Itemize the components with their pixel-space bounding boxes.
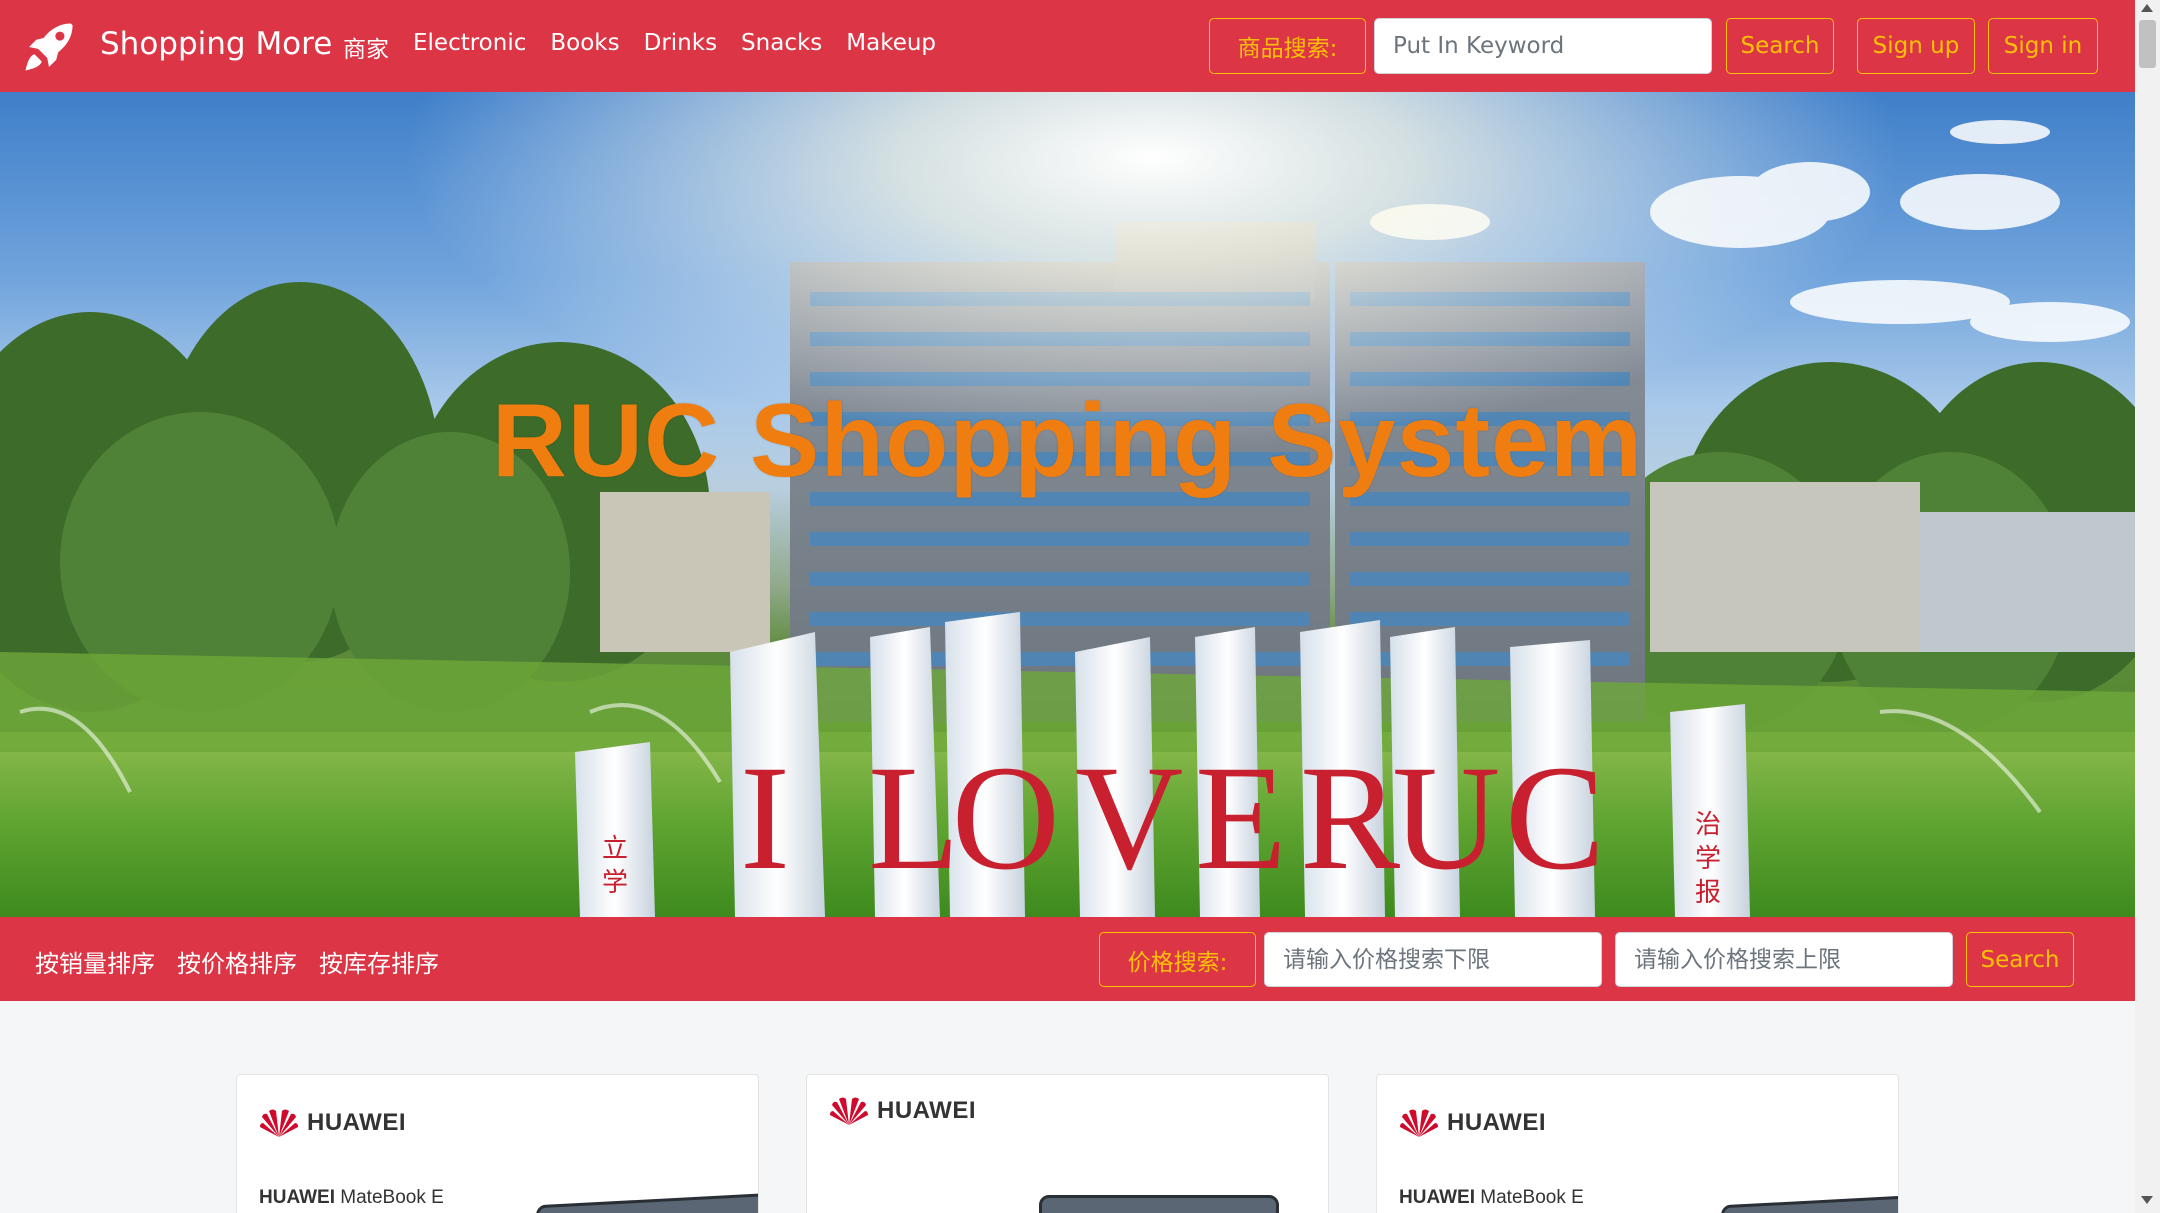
product-image[interactable]	[535, 1192, 758, 1213]
pillar-text-left: 立学	[602, 834, 629, 898]
sign-letter-i: I	[740, 735, 790, 901]
campus-photo	[0, 92, 2135, 917]
sort-options: 按销量排序 按价格排序 按库存排序	[35, 944, 439, 979]
sign-in-button[interactable]: Sign in	[1988, 18, 2098, 74]
model-name: MateBook E	[335, 1187, 444, 1208]
sort-filter-bar: 按销量排序 按价格排序 按库存排序 价格搜索: Search	[0, 917, 2135, 1001]
nav-link-snacks[interactable]: Snacks	[741, 30, 822, 64]
rocket-icon[interactable]	[20, 18, 78, 76]
page-scrollbar[interactable]	[2135, 0, 2160, 1213]
product-image[interactable]	[1039, 1195, 1279, 1213]
hero-banner: I LO V E RU C 立学 治学报 RUC Shopping System	[0, 92, 2135, 917]
product-model: HUAWEI MateBook E	[259, 1187, 444, 1209]
top-navbar: Shopping More 商家 Electronic Books Drinks…	[0, 0, 2135, 92]
brand-name[interactable]: Shopping More	[100, 26, 332, 62]
product-card[interactable]: HUAWEI HUAWEI MateBook E	[236, 1074, 759, 1213]
hero-title: RUC Shopping System	[491, 383, 1644, 499]
keyword-search-input[interactable]	[1374, 18, 1712, 74]
product-search-label: 商品搜索:	[1209, 18, 1366, 74]
brand-wordmark: HUAWEI	[1447, 1109, 1546, 1136]
product-image[interactable]	[1720, 1192, 1898, 1213]
sign-letter-e: E	[1195, 735, 1287, 901]
pillar-text-right: 治学报	[1695, 810, 1722, 908]
product-card[interactable]: HUAWEI HUAWEI MateBook E	[1376, 1074, 1899, 1213]
sign-letter-ru: RU	[1300, 735, 1500, 901]
sign-letter-lo: LO	[868, 735, 1060, 901]
price-search-button[interactable]: Search	[1966, 932, 2074, 987]
model-brand: HUAWEI	[1399, 1187, 1475, 1208]
sort-by-price-link[interactable]: 按价格排序	[177, 944, 297, 979]
price-min-input[interactable]	[1264, 932, 1602, 987]
price-search-label: 价格搜索:	[1099, 932, 1256, 987]
huawei-flower-icon	[260, 1109, 298, 1137]
huawei-flower-icon	[830, 1097, 868, 1125]
nav-link-electronic[interactable]: Electronic	[413, 30, 526, 64]
brand-wordmark: HUAWEI	[877, 1097, 976, 1124]
scroll-down-arrow-icon[interactable]	[2141, 1196, 2153, 1204]
category-nav: 商家 Electronic Books Drinks Snacks Makeup	[343, 30, 936, 64]
sign-letter-v: V	[1075, 735, 1184, 901]
sign-letter-c: C	[1505, 735, 1606, 901]
model-name: MateBook E	[1475, 1187, 1584, 1208]
huawei-flower-icon	[1400, 1109, 1438, 1137]
sign-up-button[interactable]: Sign up	[1857, 18, 1975, 74]
nav-link-drinks[interactable]: Drinks	[644, 30, 717, 64]
price-max-input[interactable]	[1615, 932, 1953, 987]
huawei-logo: HUAWEI	[1399, 1107, 1546, 1139]
huawei-logo: HUAWEI	[829, 1095, 976, 1127]
model-brand: HUAWEI	[259, 1187, 335, 1208]
keyword-search-button[interactable]: Search	[1726, 18, 1834, 74]
nav-link-merchants[interactable]: 商家	[343, 30, 389, 64]
huawei-logo: HUAWEI	[259, 1107, 406, 1139]
nav-link-books[interactable]: Books	[550, 30, 619, 64]
scroll-up-arrow-icon[interactable]	[2141, 4, 2153, 12]
scroll-thumb[interactable]	[2139, 20, 2156, 68]
product-model: HUAWEI MateBook E	[1399, 1187, 1584, 1209]
sort-by-stock-link[interactable]: 按库存排序	[319, 944, 439, 979]
nav-link-makeup[interactable]: Makeup	[846, 30, 936, 64]
brand-wordmark: HUAWEI	[307, 1109, 406, 1136]
sort-by-sales-link[interactable]: 按销量排序	[35, 944, 155, 979]
product-card[interactable]: HUAWEI	[806, 1074, 1329, 1213]
